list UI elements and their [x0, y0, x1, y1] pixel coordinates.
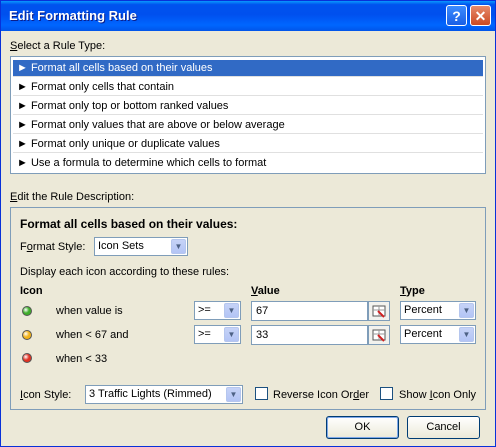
rule-type-item-formula[interactable]: ► Use a formula to determine which cells… [13, 155, 483, 172]
icon-style-label-text: con Style: [23, 389, 72, 401]
rule-2-type-select[interactable]: Percent ▼ [400, 325, 476, 344]
yellow-light-icon [22, 330, 32, 340]
rule-type-item-all-cells[interactable]: ► Format all cells based on their values [13, 60, 483, 77]
dialog-title: Edit Formatting Rule [9, 8, 137, 23]
rule-type-item-cells-contain[interactable]: ► Format only cells that contain [13, 79, 483, 96]
chevron-down-icon[interactable]: ▼ [224, 327, 239, 342]
rule-2-operator: >= [198, 328, 211, 340]
column-header-value-text: alue [257, 285, 280, 297]
icon-style-label: Icon Style: [20, 389, 71, 401]
format-style-value: Icon Sets [98, 240, 144, 252]
rule-type-list[interactable]: ► Format all cells based on their values… [10, 56, 486, 174]
rule-1-value-input[interactable]: 67 [251, 301, 368, 321]
column-header-icon: Icon [20, 285, 43, 297]
rule-1-type-select[interactable]: Percent ▼ [400, 301, 476, 320]
rule-type-label: Select a Rule Type: [10, 40, 105, 52]
chevron-down-icon[interactable]: ▼ [226, 387, 241, 402]
rule-2-condition: when < 67 and [56, 329, 129, 341]
rule-1-value: 67 [256, 305, 269, 317]
chevron-down-icon[interactable]: ▼ [171, 239, 186, 254]
rule-2-type: Percent [404, 328, 442, 340]
ok-button[interactable]: OK [326, 416, 399, 439]
format-style-select[interactable]: Icon Sets ▼ [94, 237, 188, 256]
rule-2-cell-picker-icon[interactable] [368, 325, 390, 345]
title-bar[interactable]: Edit Formatting Rule ? ✕ [1, 1, 495, 31]
rule-type-label-text: elect a Rule Type: [17, 40, 106, 52]
rule-2-operator-select[interactable]: >= ▼ [194, 325, 241, 344]
icon-style-value: 3 Traffic Lights (Rimmed) [89, 388, 212, 400]
edit-formatting-rule-dialog: Edit Formatting Rule ? ✕ Select a Rule T… [0, 0, 496, 447]
rule-description-label-text: dit the Rule Description: [17, 191, 135, 203]
chevron-down-icon[interactable]: ▼ [459, 303, 474, 318]
display-rules-text: Display each icon according to these rul… [20, 266, 230, 278]
chevron-down-icon[interactable]: ▼ [224, 303, 239, 318]
rule-1-operator-select[interactable]: >= ▼ [194, 301, 241, 320]
rule-type-item-above-below-average[interactable]: ► Format only values that are above or b… [13, 117, 483, 134]
rule-1-type: Percent [404, 304, 442, 316]
cancel-button[interactable]: Cancel [407, 416, 480, 439]
reverse-icon-order-label[interactable]: Reverse Icon Order [273, 389, 369, 401]
description-heading: Format all cells based on their values: [20, 217, 238, 231]
column-header-value: Value [251, 285, 280, 297]
rule-1-condition: when value is [56, 305, 123, 317]
rule-1-operator: >= [198, 304, 211, 316]
show-label-b: con Only [432, 389, 477, 401]
rule-3-condition: when < 33 [56, 353, 108, 365]
column-header-value-accel: V [251, 285, 258, 297]
format-style-label-a: F [20, 241, 27, 253]
reverse-icon-order-checkbox[interactable] [255, 387, 268, 400]
red-light-icon [22, 353, 32, 363]
green-light-icon [22, 306, 32, 316]
show-icon-only-label[interactable]: Show Icon Only [399, 389, 476, 401]
column-header-type: Type [400, 285, 425, 297]
reverse-label-b: er [359, 389, 369, 401]
reverse-label-a: Reverse Icon Or [273, 389, 354, 401]
help-icon[interactable]: ? [446, 5, 467, 26]
rule-type-item-top-bottom[interactable]: ► Format only top or bottom ranked value… [13, 98, 483, 115]
show-label-a: Show [399, 389, 430, 401]
rule-type-item-unique-duplicate[interactable]: ► Format only unique or duplicate values [13, 136, 483, 153]
close-icon[interactable]: ✕ [470, 5, 491, 26]
format-style-label: Format Style: [20, 241, 85, 253]
rule-1-cell-picker-icon[interactable] [368, 301, 390, 321]
rule-description-label: Edit the Rule Description: [10, 191, 134, 203]
show-icon-only-checkbox[interactable] [380, 387, 393, 400]
rule-2-value-input[interactable]: 33 [251, 325, 368, 345]
rule-2-value: 33 [256, 329, 269, 341]
chevron-down-icon[interactable]: ▼ [459, 327, 474, 342]
icon-style-select[interactable]: 3 Traffic Lights (Rimmed) ▼ [85, 385, 243, 404]
rule-description-panel: Format all cells based on their values: … [10, 207, 486, 410]
column-header-type-text: ype [405, 285, 425, 297]
format-style-label-b: rmat Style: [32, 241, 86, 253]
